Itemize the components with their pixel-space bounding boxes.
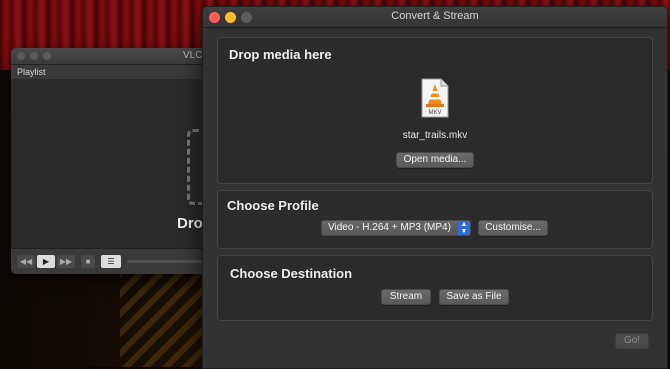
- vlc-playback-controls: ◀◀ ▶ ▶▶ ■ ☰: [11, 248, 215, 274]
- vlc-window-title: VLC: [183, 50, 203, 61]
- drop-media-heading: Drop media here: [229, 47, 332, 62]
- vlc-drop-area[interactable]: Drop Op: [11, 79, 215, 266]
- stream-button[interactable]: Stream: [381, 289, 431, 305]
- profile-select[interactable]: Video - H.264 + MP3 (MP4) ▲ ▼: [321, 220, 471, 236]
- vlc-minimize-button[interactable]: [30, 52, 38, 60]
- stop-icon[interactable]: ■: [81, 255, 95, 268]
- choose-destination-section: Choose Destination Stream Save as File: [217, 255, 653, 321]
- play-icon[interactable]: ▶: [37, 255, 55, 268]
- open-media-button[interactable]: Open media...: [396, 152, 474, 168]
- rewind-icon[interactable]: ◀◀: [17, 255, 35, 268]
- vlc-zoom-button[interactable]: [43, 52, 51, 60]
- vlc-titlebar[interactable]: VLC: [11, 48, 215, 65]
- playlist-toggle-icon[interactable]: ☰: [101, 255, 121, 268]
- vlc-close-button[interactable]: [17, 52, 25, 60]
- vlc-main-window: VLC Playlist Drop Op ◀◀ ▶ ▶▶ ■ ☰: [11, 48, 215, 274]
- choose-profile-section: Choose Profile Video - H.264 + MP3 (MP4)…: [217, 190, 653, 249]
- drop-media-section[interactable]: Drop media here MKV star_trails.mkv Open…: [217, 37, 653, 184]
- seek-slider[interactable]: [127, 260, 211, 263]
- dialog-title: Convert & Stream: [391, 10, 479, 22]
- save-as-file-button[interactable]: Save as File: [439, 289, 509, 305]
- profile-select-value: Video - H.264 + MP3 (MP4): [328, 222, 451, 233]
- file-type-label: MKV: [428, 110, 441, 116]
- fast-forward-icon[interactable]: ▶▶: [57, 255, 75, 268]
- mkv-file-icon: MKV: [421, 78, 449, 118]
- go-button[interactable]: Go!: [615, 333, 649, 349]
- playlist-header[interactable]: Playlist: [11, 65, 215, 80]
- chevron-up-down-icon: ▲ ▼: [458, 221, 470, 235]
- convert-stream-dialog: Convert & Stream Drop media here MKV sta…: [202, 6, 668, 369]
- choose-profile-heading: Choose Profile: [227, 198, 319, 213]
- dialog-titlebar[interactable]: Convert & Stream: [203, 7, 667, 28]
- choose-destination-heading: Choose Destination: [230, 266, 353, 281]
- file-name-label: star_trails.mkv: [402, 130, 468, 141]
- customise-button[interactable]: Customise...: [478, 220, 548, 236]
